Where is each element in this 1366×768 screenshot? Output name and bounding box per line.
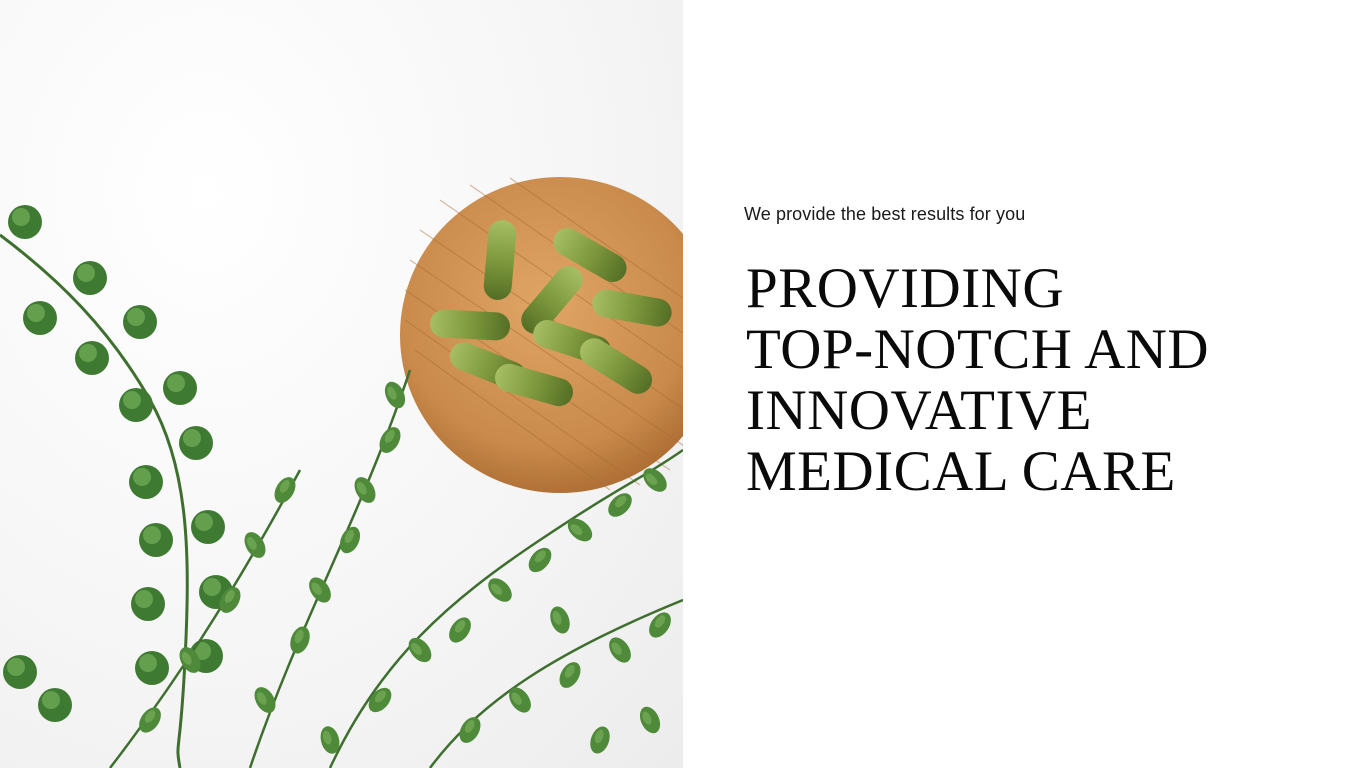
headline-line-4: MEDICAL CARE [746, 440, 1176, 503]
hero-illustration [0, 177, 683, 768]
headline-line-1: PROVIDING [746, 257, 1064, 320]
tagline: We provide the best results for you [744, 204, 1026, 224]
headline: PROVIDING TOP-NOTCH AND INNOVATIVE MEDIC… [746, 258, 1266, 502]
headline-line-3: INNOVATIVE [746, 379, 1092, 442]
hero-image [0, 0, 683, 768]
round-leaf-vine [0, 205, 233, 768]
hero-text-panel: We provide the best results for you PROV… [744, 0, 1304, 768]
headline-line-2: TOP-NOTCH AND [746, 318, 1210, 381]
